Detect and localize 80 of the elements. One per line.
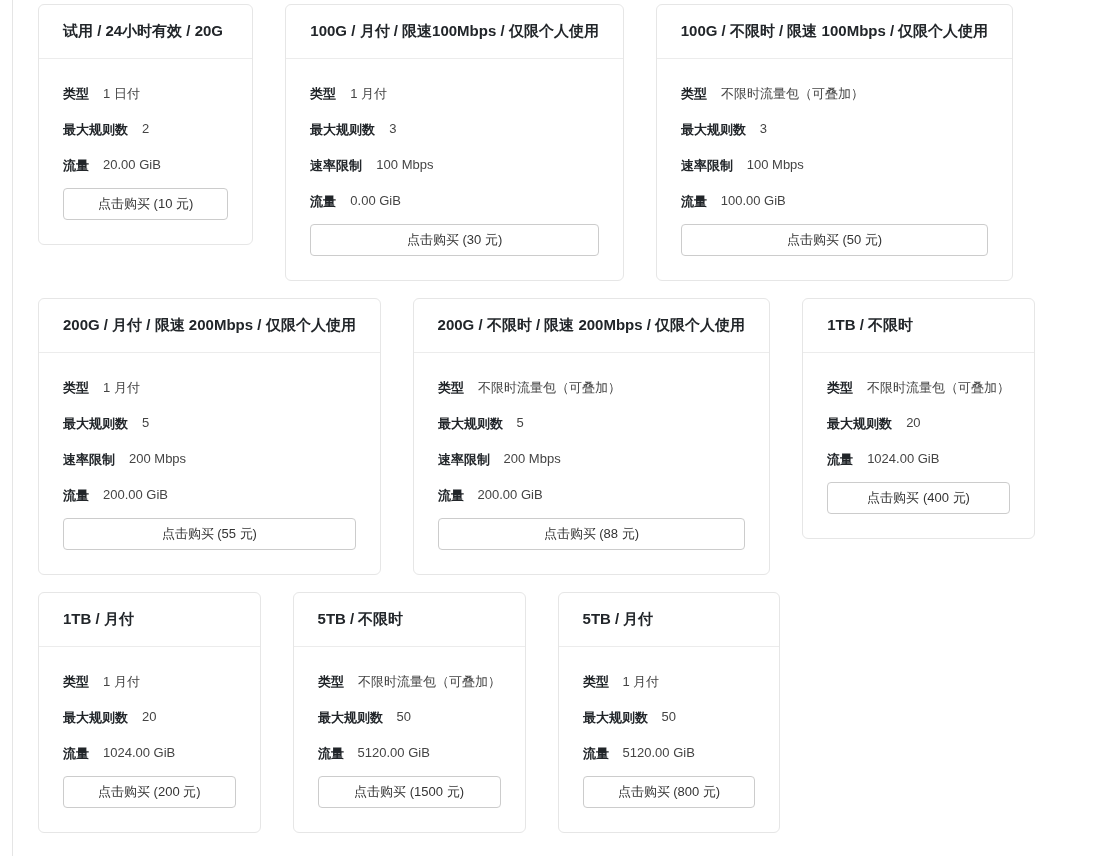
spec-value: 2 xyxy=(142,121,150,136)
plan-title: 200G / 月付 / 限速 200Mbps / 仅限个人使用 xyxy=(63,316,356,333)
spec-value: 1024.00 GiB xyxy=(867,451,940,466)
spec-label: 类型 xyxy=(317,673,344,691)
spec-label: 最大规则数 xyxy=(63,415,128,433)
spec-label: 类型 xyxy=(437,379,464,397)
spec-label: 最大规则数 xyxy=(582,709,648,727)
plan-title: 5TB / 不限时 xyxy=(317,610,404,627)
spec-value: 100 Mbps xyxy=(746,157,804,172)
spec-label: 最大规则数 xyxy=(63,121,128,139)
spec-value: 1 月付 xyxy=(350,85,388,103)
spec-label: 最大规则数 xyxy=(680,121,746,139)
spec-label: 类型 xyxy=(827,379,854,397)
plan-title: 1TB / 不限时 xyxy=(827,316,913,333)
buy-button[interactable]: 点击购买 (400 元) xyxy=(827,482,1011,514)
spec-value: 200.00 GiB xyxy=(103,487,169,502)
spec-value: 不限时流量包（可叠加） xyxy=(867,379,1011,397)
buy-button[interactable]: 点击购买 (30 元) xyxy=(310,224,599,256)
spec-label: 流量 xyxy=(310,193,337,211)
spec-value: 1 月付 xyxy=(103,673,140,691)
spec-label: 类型 xyxy=(63,673,89,691)
plan-title: 1TB / 月付 xyxy=(63,610,134,627)
spec-label: 流量 xyxy=(63,157,89,175)
spec-value: 50 xyxy=(661,709,677,724)
spec-value: 不限时流量包（可叠加） xyxy=(477,379,621,397)
spec-label: 流量 xyxy=(63,745,89,763)
spec-label: 流量 xyxy=(63,487,89,505)
spec-value: 5120.00 GiB xyxy=(622,745,695,760)
spec-label: 速率限制 xyxy=(63,451,115,469)
spec-value: 100.00 GiB xyxy=(720,193,786,208)
spec-label: 速率限制 xyxy=(310,157,363,175)
spec-label: 流量 xyxy=(827,451,854,469)
buy-button[interactable]: 点击购买 (800 元) xyxy=(582,776,756,808)
spec-label: 流量 xyxy=(437,487,464,505)
spec-value: 不限时流量包（可叠加） xyxy=(357,673,501,691)
spec-value: 20.00 GiB xyxy=(103,157,161,172)
buy-button[interactable]: 点击购买 (50 元) xyxy=(680,224,989,256)
spec-value: 1024.00 GiB xyxy=(103,745,176,760)
spec-value: 200.00 GiB xyxy=(477,487,543,502)
spec-value: 200 Mbps xyxy=(503,451,561,466)
spec-value: 20 xyxy=(906,415,921,430)
spec-label: 类型 xyxy=(582,673,609,691)
spec-value: 1 月付 xyxy=(103,379,140,397)
spec-label: 最大规则数 xyxy=(437,415,503,433)
plan-title: 100G / 不限时 / 限速 100Mbps / 仅限个人使用 xyxy=(680,22,989,39)
spec-label: 最大规则数 xyxy=(63,709,128,727)
plan-title: 200G / 不限时 / 限速 200Mbps / 仅限个人使用 xyxy=(437,316,746,333)
spec-value: 3 xyxy=(759,121,767,136)
spec-label: 类型 xyxy=(310,85,337,103)
spec-value: 5 xyxy=(516,415,524,430)
spec-value: 5 xyxy=(142,415,150,430)
buy-button[interactable]: 点击购买 (88 元) xyxy=(437,518,746,550)
spec-label: 流量 xyxy=(680,193,707,211)
spec-value: 不限时流量包（可叠加） xyxy=(720,85,864,103)
spec-value: 3 xyxy=(389,121,397,136)
plan-title: 100G / 月付 / 限速100Mbps / 仅限个人使用 xyxy=(310,22,599,39)
spec-value: 1 日付 xyxy=(103,85,140,103)
spec-label: 速率限制 xyxy=(437,451,490,469)
buy-button[interactable]: 点击购买 (55 元) xyxy=(63,518,356,550)
spec-label: 最大规则数 xyxy=(827,415,893,433)
plan-title: 试用 / 24小时有效 / 20G xyxy=(63,22,224,39)
spec-value: 20 xyxy=(142,709,157,724)
spec-label: 类型 xyxy=(680,85,707,103)
spec-value: 5120.00 GiB xyxy=(357,745,430,760)
spec-label: 类型 xyxy=(63,85,89,103)
spec-value: 1 月付 xyxy=(622,673,660,691)
plan-title: 5TB / 月付 xyxy=(582,610,654,627)
spec-label: 最大规则数 xyxy=(317,709,383,727)
buy-button[interactable]: 点击购买 (1500 元) xyxy=(317,776,501,808)
spec-value: 50 xyxy=(396,709,412,724)
spec-value: 100 Mbps xyxy=(376,157,434,172)
spec-label: 流量 xyxy=(317,745,344,763)
spec-label: 速率限制 xyxy=(680,157,733,175)
spec-label: 最大规则数 xyxy=(310,121,376,139)
spec-value: 200 Mbps xyxy=(129,451,187,466)
buy-button[interactable]: 点击购买 (200 元) xyxy=(63,776,236,808)
buy-button[interactable]: 点击购买 (10 元) xyxy=(63,188,229,220)
spec-label: 流量 xyxy=(582,745,609,763)
spec-label: 类型 xyxy=(63,379,89,397)
spec-value: 0.00 GiB xyxy=(350,193,401,208)
